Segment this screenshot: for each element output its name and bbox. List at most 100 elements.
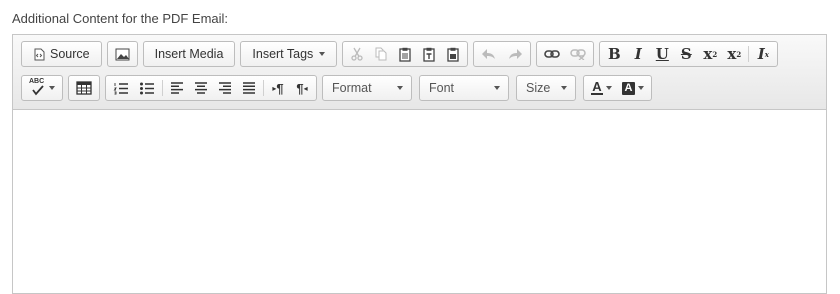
spellcheck-icon: ABC	[29, 78, 47, 96]
link-button[interactable]	[540, 43, 564, 65]
image-icon	[115, 48, 130, 61]
chevron-down-icon	[606, 86, 612, 90]
toolbar-row-1: Source Insert Media Insert Tags B I U S …	[21, 40, 783, 68]
insert-media-button[interactable]: Insert Media	[147, 43, 232, 65]
size-label: Size	[526, 81, 551, 95]
insert-tags-label: Insert Tags	[252, 47, 314, 61]
link-icon	[544, 49, 561, 59]
align-center-icon	[194, 82, 208, 94]
rtl-button[interactable]: ¶ ◂	[291, 77, 313, 99]
unlink-button[interactable]	[566, 43, 590, 65]
numbered-list-button[interactable]	[109, 77, 133, 99]
chevron-down-icon	[319, 52, 326, 56]
background-color-icon: A	[622, 81, 635, 95]
separator	[263, 80, 264, 96]
underline-button[interactable]: U	[651, 43, 673, 65]
align-right-icon	[218, 82, 232, 94]
superscript-button[interactable]: x2	[723, 43, 745, 65]
chevron-down-icon	[638, 86, 644, 90]
clipboard-group	[342, 41, 469, 67]
clipboard-icon	[398, 47, 412, 62]
spellcheck-group: ABC	[21, 75, 63, 101]
basic-styles-group: B I U S x2 x2 Ix	[599, 41, 779, 67]
separator	[748, 46, 750, 62]
source-button[interactable]: Source	[25, 43, 98, 65]
separator	[162, 80, 163, 96]
chevron-down-icon	[397, 86, 403, 90]
insert-media-group: Insert Media	[142, 41, 236, 67]
table-button[interactable]	[72, 77, 96, 99]
font-label: Font	[429, 81, 455, 95]
align-left-icon	[170, 82, 184, 94]
superscript-mark: 2	[736, 49, 742, 59]
remove-format-glyph: I	[757, 45, 765, 63]
strikethrough-button[interactable]: S	[675, 43, 697, 65]
toolbar-row-2: ABC ▸ ¶ ¶ ◂ Format Font Size A A	[21, 74, 657, 102]
justify-button[interactable]	[238, 77, 260, 99]
source-group: Source	[21, 41, 102, 67]
background-color-glyph: A	[624, 81, 633, 94]
size-dropdown[interactable]: Size	[516, 75, 576, 101]
scissors-icon	[350, 47, 364, 61]
numbered-list-icon	[113, 82, 129, 95]
paste-text-button[interactable]	[418, 43, 440, 65]
editor-content-area[interactable]	[13, 110, 826, 293]
insert-tags-group: Insert Tags	[240, 41, 338, 67]
justify-icon	[242, 82, 256, 94]
cut-button[interactable]	[346, 43, 368, 65]
paste-word-icon	[446, 47, 460, 62]
editor-toolbar: Source Insert Media Insert Tags B I U S …	[13, 35, 826, 110]
chevron-down-icon	[561, 86, 567, 90]
image-group	[106, 41, 138, 67]
undo-button[interactable]	[477, 43, 501, 65]
italic-button[interactable]: I	[627, 43, 649, 65]
subscript-glyph: x	[703, 45, 713, 63]
spellcheck-button[interactable]: ABC	[25, 77, 59, 99]
text-color-icon: A	[591, 79, 603, 95]
format-label: Format	[332, 81, 372, 95]
background-color-button[interactable]: A	[618, 77, 648, 99]
bulleted-list-icon	[139, 82, 155, 95]
chevron-down-icon	[49, 86, 55, 90]
copy-icon	[374, 47, 388, 61]
rich-text-editor: Source Insert Media Insert Tags B I U S …	[12, 34, 827, 294]
ltr-button[interactable]: ▸ ¶	[267, 77, 289, 99]
paragraph-group: ▸ ¶ ¶ ◂	[105, 75, 317, 101]
field-label: Additional Content for the PDF Email:	[12, 11, 229, 26]
undo-icon	[481, 48, 497, 60]
remove-format-mark: x	[764, 49, 769, 59]
subscript-button[interactable]: x2	[699, 43, 721, 65]
bold-button[interactable]: B	[603, 43, 625, 65]
link-group	[536, 41, 595, 67]
remove-format-button[interactable]: Ix	[752, 43, 774, 65]
rtl-arrow-icon: ◂	[303, 83, 308, 93]
paste-word-button[interactable]	[442, 43, 464, 65]
redo-icon	[507, 48, 523, 60]
image-button[interactable]	[111, 43, 134, 65]
colors-group: A A	[583, 75, 652, 101]
table-icon	[76, 81, 92, 95]
redo-button[interactable]	[503, 43, 527, 65]
insert-tags-button[interactable]: Insert Tags	[244, 43, 333, 65]
bulleted-list-button[interactable]	[135, 77, 159, 99]
paste-button[interactable]	[394, 43, 416, 65]
align-center-button[interactable]	[190, 77, 212, 99]
format-dropdown[interactable]: Format	[322, 75, 412, 101]
table-group	[68, 75, 100, 101]
align-right-button[interactable]	[214, 77, 236, 99]
text-color-button[interactable]: A	[587, 77, 616, 99]
rtl-pilcrow: ¶	[296, 80, 304, 96]
text-color-glyph: A	[592, 79, 602, 94]
align-left-button[interactable]	[166, 77, 188, 99]
paste-text-icon	[422, 47, 436, 62]
copy-button[interactable]	[370, 43, 392, 65]
source-icon	[33, 48, 45, 61]
superscript-glyph: x	[727, 45, 737, 63]
font-dropdown[interactable]: Font	[419, 75, 509, 101]
ltr-pilcrow: ¶	[276, 80, 284, 96]
source-label: Source	[50, 47, 90, 61]
chevron-down-icon	[494, 86, 500, 90]
history-group	[473, 41, 532, 67]
subscript-mark: 2	[712, 49, 718, 59]
unlink-icon	[570, 48, 587, 60]
